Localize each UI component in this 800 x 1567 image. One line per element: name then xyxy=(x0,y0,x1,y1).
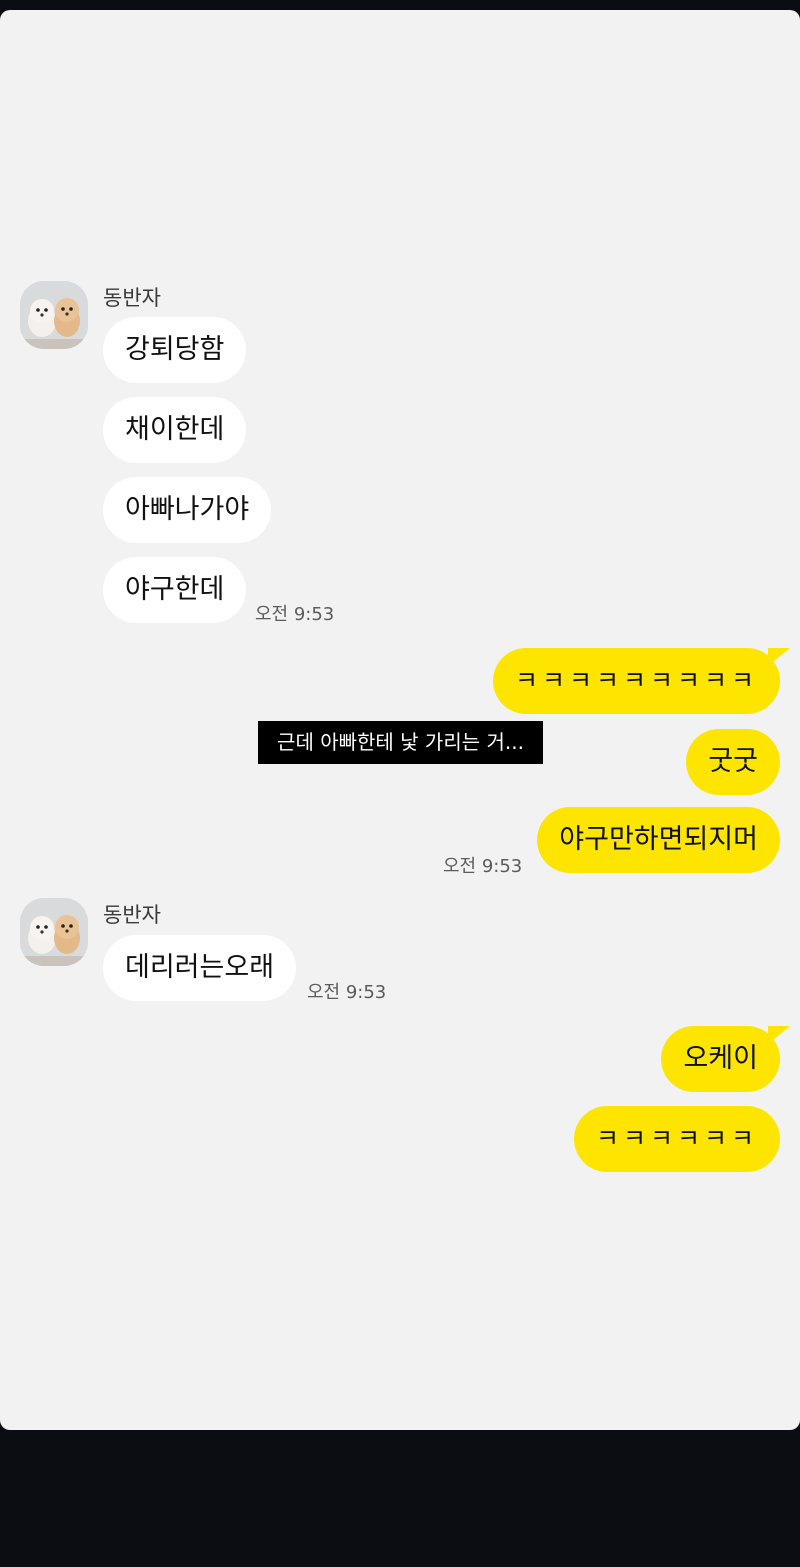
outgoing-message[interactable]: 야구만하면되지머 xyxy=(537,807,780,873)
incoming-message[interactable]: 아빠나가야 xyxy=(103,477,272,543)
overlay-caption: 근데 아빠한테 낯 가리는 거... xyxy=(258,721,543,764)
outgoing-message[interactable]: ㅋㅋㅋㅋㅋㅋㅋㅋㅋ xyxy=(492,648,791,714)
outgoing-message[interactable]: ㅋㅋㅋㅋㅋㅋ xyxy=(573,1106,780,1172)
two-dogs-avatar-icon xyxy=(20,281,88,349)
message-time: 오전 9:53 xyxy=(443,856,523,877)
sender-name: 동반자 xyxy=(103,286,161,310)
incoming-message[interactable]: 야구한데 xyxy=(103,557,247,623)
screen: 동반자 강퇴당함 채이한데 아빠나가야 야구한데 오전 9:53 ㅋㅋㅋㅋㅋㅋㅋ… xyxy=(0,0,800,1567)
incoming-message[interactable]: 강퇴당함 xyxy=(103,317,247,383)
incoming-message[interactable]: 데리러는오래 xyxy=(103,935,297,1001)
sender-avatar[interactable] xyxy=(20,898,88,966)
sender-name: 동반자 xyxy=(103,903,161,927)
outgoing-message[interactable]: 오케이 xyxy=(661,1026,790,1092)
message-time: 오전 9:53 xyxy=(255,604,335,625)
incoming-message[interactable]: 채이한데 xyxy=(103,397,247,463)
sender-avatar[interactable] xyxy=(20,281,88,349)
message-time: 오전 9:53 xyxy=(307,982,387,1003)
two-dogs-avatar-icon xyxy=(20,898,88,966)
outgoing-message[interactable]: 굿굿 xyxy=(686,729,780,795)
chat-room[interactable]: 동반자 강퇴당함 채이한데 아빠나가야 야구한데 오전 9:53 ㅋㅋㅋㅋㅋㅋㅋ… xyxy=(0,10,800,1430)
